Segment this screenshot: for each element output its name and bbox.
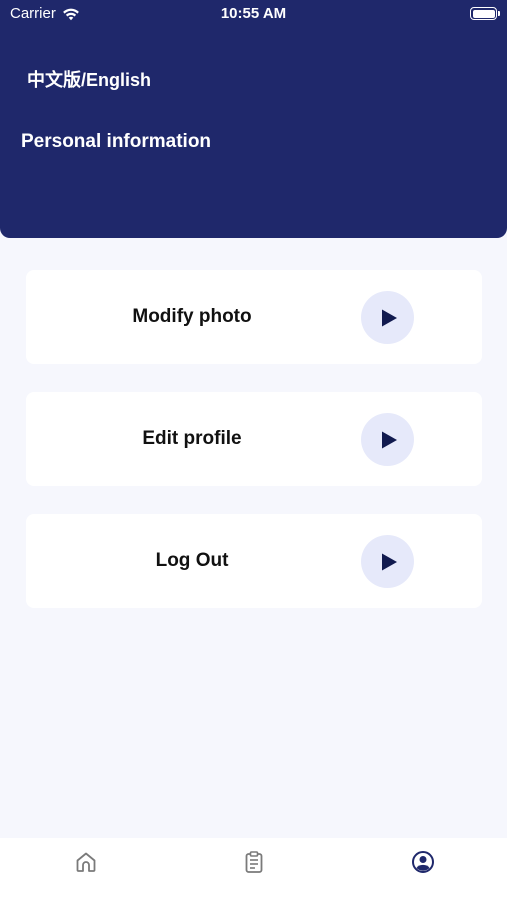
language-toggle[interactable]: 中文版/English xyxy=(27,66,151,92)
profile-icon xyxy=(412,851,434,873)
menu-item-label: Edit profile xyxy=(142,428,242,449)
play-arrow-button[interactable] xyxy=(361,413,414,466)
status-bar: Carrier 10:55 AM xyxy=(0,0,507,28)
menu-item-label: Log Out xyxy=(155,550,229,571)
play-arrow-button[interactable] xyxy=(361,535,414,588)
play-arrow-icon xyxy=(382,309,397,326)
home-icon xyxy=(76,852,96,872)
edit-profile-button[interactable]: Edit profile xyxy=(26,392,482,486)
profile-screen: Carrier 10:55 AM 中文版/English Personal in… xyxy=(0,0,507,900)
modify-photo-button[interactable]: Modify photo xyxy=(26,270,482,364)
status-time: 10:55 AM xyxy=(220,5,287,22)
play-arrow-button[interactable] xyxy=(361,291,414,344)
battery-icon xyxy=(470,7,500,20)
tab-bar xyxy=(0,838,507,900)
header: Carrier 10:55 AM 中文版/English Personal in… xyxy=(0,0,507,238)
clipboard-icon xyxy=(245,851,263,873)
tab-home[interactable] xyxy=(71,848,101,876)
log-out-button[interactable]: Log Out xyxy=(26,514,482,608)
menu-item-label: Modify photo xyxy=(132,306,252,327)
play-arrow-icon xyxy=(382,431,397,448)
play-arrow-icon xyxy=(382,553,397,570)
page-title: Personal information xyxy=(21,131,212,152)
tab-profile[interactable] xyxy=(408,848,438,876)
tab-records[interactable] xyxy=(239,848,269,876)
